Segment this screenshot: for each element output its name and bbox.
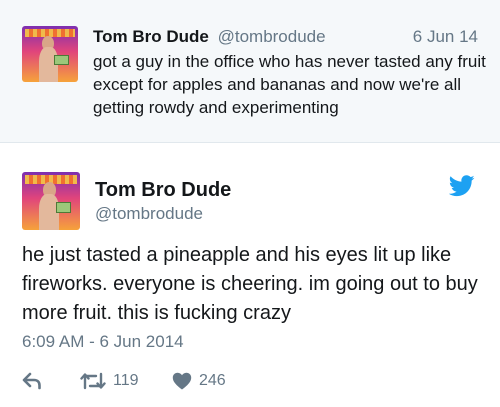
avatar-cash [54, 55, 70, 66]
author-handle[interactable]: @tombrodude [95, 203, 203, 225]
avatar-cash [55, 202, 71, 213]
like-count: 246 [199, 372, 226, 389]
author-name[interactable]: Tom Bro Dude [93, 27, 209, 46]
tweet-text: he just tasted a pineapple and his eyes … [22, 244, 478, 324]
retweet-count: 119 [113, 372, 139, 389]
like-button[interactable]: 246 [172, 369, 226, 393]
retweet-icon [80, 372, 106, 390]
tweet-timestamp[interactable]: 6:09 AM - 6 Jun 2014 [22, 331, 184, 353]
reply-icon [22, 372, 41, 390]
tweet-date[interactable]: 6 Jun 14 [413, 26, 478, 48]
avatar[interactable] [22, 26, 78, 82]
author-name[interactable]: Tom Bro Dude [95, 178, 231, 202]
parent-tweet-text: got a guy in the office who has never ta… [93, 52, 486, 117]
author-handle[interactable]: @tombrodude [218, 27, 326, 46]
parent-tweet[interactable]: Tom Bro Dude @tombrodude 6 Jun 14 got a … [0, 0, 500, 143]
retweet-button[interactable]: 119 [80, 369, 139, 393]
heart-icon [172, 372, 192, 390]
avatar[interactable] [22, 172, 80, 230]
twitter-bird-icon[interactable] [449, 175, 475, 197]
reply-button[interactable] [22, 369, 42, 393]
tweet-actions: 119 246 [22, 369, 322, 393]
parent-tweet-header: Tom Bro Dude @tombrodude 6 Jun 14 [93, 26, 478, 48]
